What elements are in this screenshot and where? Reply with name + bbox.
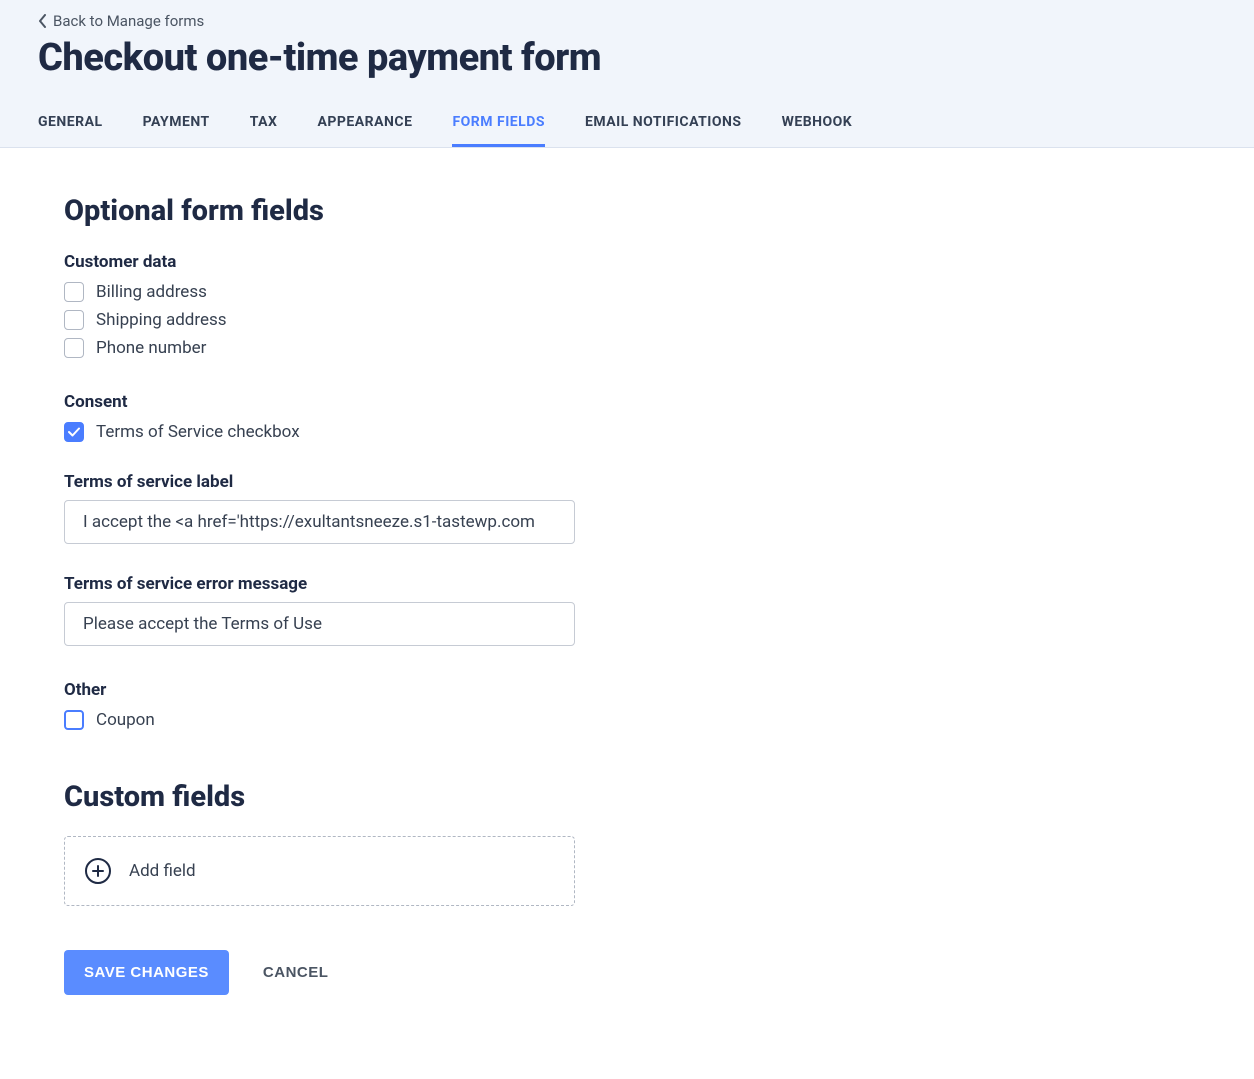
customer-data-row: Billing address [64,282,662,302]
other-label: Coupon [96,710,155,730]
consent-row: Terms of Service checkbox [64,422,662,442]
tab-form-fields[interactable]: FORM FIELDS [452,104,545,147]
consent-checkbox[interactable] [64,422,84,442]
customer-data-row: Phone number [64,338,662,358]
tab-payment[interactable]: PAYMENT [143,104,210,147]
tab-appearance[interactable]: APPEARANCE [317,104,412,147]
tos-label-field-label: Terms of service label [64,472,662,492]
customer-data-checkbox[interactable] [64,310,84,330]
other-row: Coupon [64,710,662,730]
customer-data-label: Billing address [96,282,207,302]
optional-fields-heading: Optional form fields [64,194,662,228]
consent-label: Terms of Service checkbox [96,422,300,442]
tos-error-field-label: Terms of service error message [64,574,662,594]
customer-data-label: Customer data [64,252,662,272]
customer-data-label: Phone number [96,338,206,358]
consent-label: Consent [64,392,662,412]
plus-circle-icon [85,858,111,884]
tab-general[interactable]: GENERAL [38,104,103,147]
custom-fields-heading: Custom fields [64,780,662,814]
content: Optional form fields Customer data Billi… [0,148,700,1055]
chevron-left-icon [38,14,47,28]
other-label: Other [64,680,662,700]
customer-data-row: Shipping address [64,310,662,330]
tab-webhook[interactable]: WEBHOOK [782,104,853,147]
tab-email-notifications[interactable]: EMAIL NOTIFICATIONS [585,104,742,147]
page-title: Checkout one-time payment form [38,36,1216,80]
back-link[interactable]: Back to Manage forms [38,12,204,30]
tabs: GENERAL PAYMENT TAX APPEARANCE FORM FIELDS EM… [38,104,1216,147]
customer-data-checkbox[interactable] [64,282,84,302]
header-bar: Back to Manage forms Checkout one-time p… [0,0,1254,148]
other-checkbox[interactable] [64,710,84,730]
tos-label-input[interactable] [64,500,575,544]
customer-data-checkbox[interactable] [64,338,84,358]
customer-data-label: Shipping address [96,310,227,330]
back-link-text: Back to Manage forms [53,12,204,30]
save-button[interactable]: SAVE CHANGES [64,950,229,995]
tab-tax[interactable]: TAX [250,104,278,147]
tos-error-input[interactable] [64,602,575,646]
add-field-button[interactable]: Add field [64,836,575,906]
add-field-label: Add field [129,861,196,881]
cancel-button[interactable]: CANCEL [263,964,329,981]
